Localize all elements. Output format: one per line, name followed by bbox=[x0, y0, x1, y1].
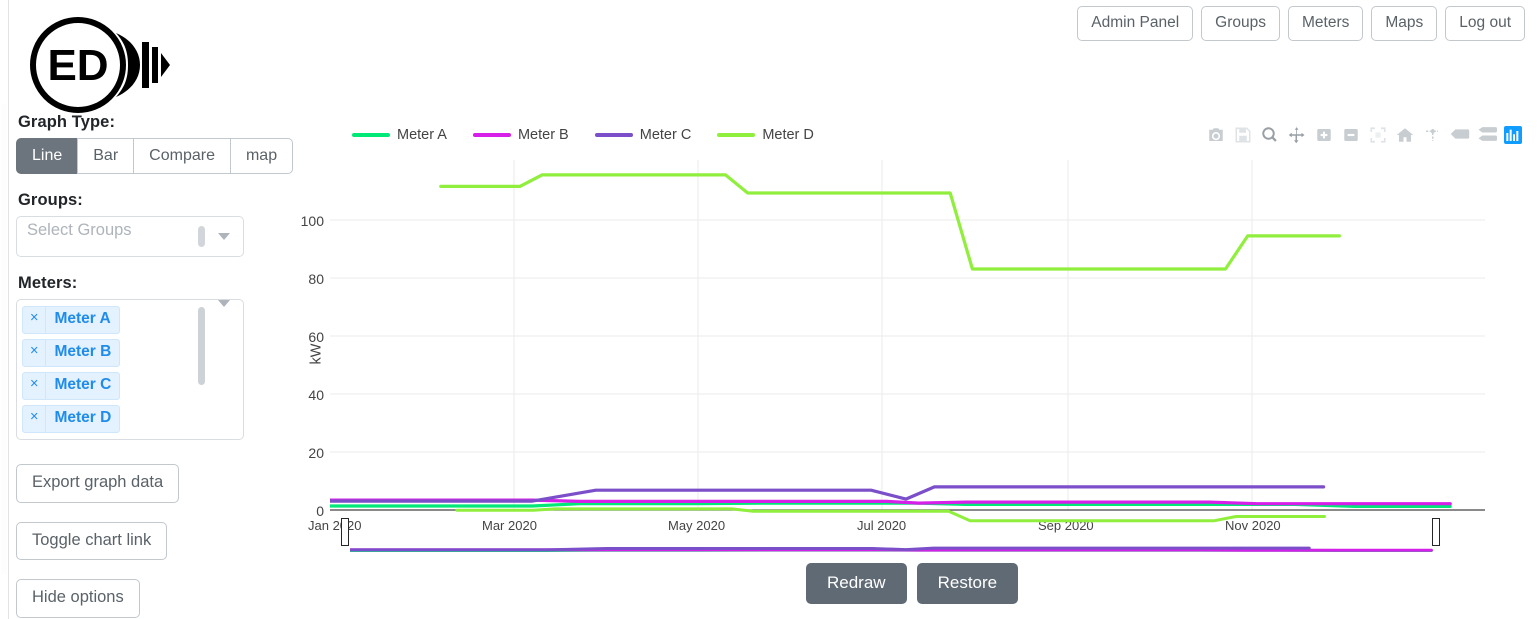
legend-item-meter-a[interactable]: Meter A bbox=[352, 127, 447, 143]
y-axis-tick: 100 bbox=[300, 213, 324, 229]
y-axis-tick: 80 bbox=[308, 271, 324, 287]
meters-select-value[interactable]: × Meter A × Meter B × Meter C × Meter D bbox=[17, 300, 198, 439]
pan-icon[interactable] bbox=[1288, 126, 1306, 144]
y-axis-title: kW bbox=[308, 343, 325, 365]
nav-admin-panel[interactable]: Admin Panel bbox=[1077, 6, 1194, 41]
legend-swatch bbox=[594, 133, 633, 137]
camera-icon[interactable] bbox=[1207, 126, 1225, 144]
meter-tag[interactable]: × Meter C bbox=[22, 372, 121, 400]
y-axis-tick: 40 bbox=[308, 387, 324, 403]
chevron-down-icon bbox=[218, 233, 230, 241]
meters-select-scrollbar[interactable] bbox=[198, 307, 205, 386]
meter-tag[interactable]: × Meter D bbox=[22, 404, 121, 433]
page-scrollbar[interactable] bbox=[0, 0, 9, 619]
meter-tag-label: Meter C bbox=[54, 376, 112, 394]
restore-button[interactable]: Restore bbox=[916, 563, 1019, 605]
autoscale-icon[interactable] bbox=[1369, 126, 1387, 144]
series-line-meter-d bbox=[439, 173, 1341, 271]
range-slider-preview[interactable] bbox=[350, 503, 1465, 555]
open-energy-dashboard-logo: ED bbox=[16, 6, 176, 114]
legend-label: Meter B bbox=[517, 127, 569, 143]
nav-meters[interactable]: Meters bbox=[1288, 6, 1364, 41]
spike-lines-icon[interactable] bbox=[1423, 126, 1441, 144]
left-drag-handle[interactable] bbox=[341, 518, 349, 546]
graph-type-map[interactable]: map bbox=[229, 138, 294, 175]
bar-chart-active-icon[interactable] bbox=[1504, 126, 1522, 144]
meters-dropdown-toggle[interactable] bbox=[205, 300, 243, 308]
remove-meter-icon[interactable]: × bbox=[23, 307, 47, 334]
zoom-in-icon[interactable] bbox=[1315, 126, 1333, 144]
graph-type-line[interactable]: Line bbox=[16, 138, 78, 175]
legend-label: Meter C bbox=[639, 127, 692, 143]
export-graph-data-button[interactable]: Export graph data bbox=[16, 463, 180, 503]
right-drag-handle[interactable] bbox=[1432, 518, 1440, 546]
nav-maps[interactable]: Maps bbox=[1371, 6, 1438, 41]
chart-action-buttons: Redraw Restore bbox=[806, 563, 1019, 605]
hide-options-button[interactable]: Hide options bbox=[16, 579, 140, 619]
graph-type-button-group: Line Bar Compare map bbox=[16, 138, 294, 175]
scrollbar-thumb[interactable] bbox=[1, 104, 7, 574]
range-slider-series-meter-d bbox=[455, 507, 1326, 523]
legend-item-meter-d[interactable]: Meter D bbox=[717, 127, 814, 143]
home-reset-axes-icon[interactable] bbox=[1396, 126, 1414, 144]
legend-label: Meter A bbox=[397, 127, 447, 143]
graph-type-label: Graph Type: bbox=[18, 113, 116, 131]
nav-log-out[interactable]: Log out bbox=[1445, 6, 1525, 41]
plotly-modebar bbox=[1207, 126, 1522, 144]
meters-select[interactable]: × Meter A × Meter B × Meter C × Meter D bbox=[16, 299, 244, 440]
meters-label: Meters: bbox=[18, 274, 78, 293]
remove-meter-icon[interactable]: × bbox=[23, 405, 47, 432]
chart-legend: Meter A Meter B Meter C Meter D bbox=[352, 127, 814, 143]
zoom-icon[interactable] bbox=[1261, 126, 1279, 144]
logo-text: ED bbox=[47, 41, 108, 90]
meter-tag[interactable]: × Meter B bbox=[22, 339, 121, 368]
zoom-out-icon[interactable] bbox=[1342, 126, 1360, 144]
legend-label: Meter D bbox=[762, 127, 814, 143]
graph-type-bar[interactable]: Bar bbox=[77, 138, 134, 175]
y-axis-tick: 20 bbox=[308, 445, 324, 461]
remove-meter-icon[interactable]: × bbox=[23, 340, 47, 367]
dashboard-page: ED Admin Panel Groups Meters Maps Log ou… bbox=[0, 0, 1539, 619]
graph-type-compare[interactable]: Compare bbox=[133, 138, 230, 175]
groups-select-separator bbox=[198, 226, 205, 248]
groups-label: Groups: bbox=[18, 191, 83, 210]
nav-groups[interactable]: Groups bbox=[1201, 6, 1280, 41]
y-axis-tick: 0 bbox=[316, 503, 324, 519]
legend-item-meter-c[interactable]: Meter C bbox=[594, 127, 692, 143]
meter-tag-label: Meter D bbox=[54, 408, 112, 426]
y-axis-tick: 60 bbox=[308, 329, 324, 345]
groups-dropdown-toggle[interactable] bbox=[205, 217, 243, 256]
meter-tag-label: Meter A bbox=[54, 310, 111, 328]
groups-placeholder: Select Groups bbox=[27, 221, 132, 240]
legend-swatch bbox=[472, 133, 511, 137]
options-sidebar: Graph Type: Line Bar Compare map Groups:… bbox=[16, 113, 294, 619]
toggle-chart-link-button[interactable]: Toggle chart link bbox=[16, 521, 168, 561]
meter-tag-label: Meter B bbox=[54, 343, 112, 361]
legend-swatch bbox=[717, 133, 756, 137]
remove-meter-icon[interactable]: × bbox=[23, 373, 47, 399]
hover-compare-icon[interactable] bbox=[1477, 126, 1497, 144]
legend-item-meter-b[interactable]: Meter B bbox=[472, 127, 569, 143]
x-axis-range-slider[interactable] bbox=[330, 503, 1530, 555]
groups-select[interactable]: Select Groups bbox=[16, 216, 244, 258]
legend-swatch bbox=[352, 133, 390, 137]
groups-select-value[interactable]: Select Groups bbox=[17, 217, 198, 256]
chevron-down-icon bbox=[218, 300, 230, 308]
redraw-button[interactable]: Redraw bbox=[806, 563, 907, 605]
meter-tag[interactable]: × Meter A bbox=[22, 306, 120, 335]
disk-save-icon[interactable] bbox=[1234, 126, 1252, 144]
hover-closest-icon[interactable] bbox=[1450, 126, 1470, 144]
top-navigation: Admin Panel Groups Meters Maps Log out bbox=[1077, 6, 1525, 41]
